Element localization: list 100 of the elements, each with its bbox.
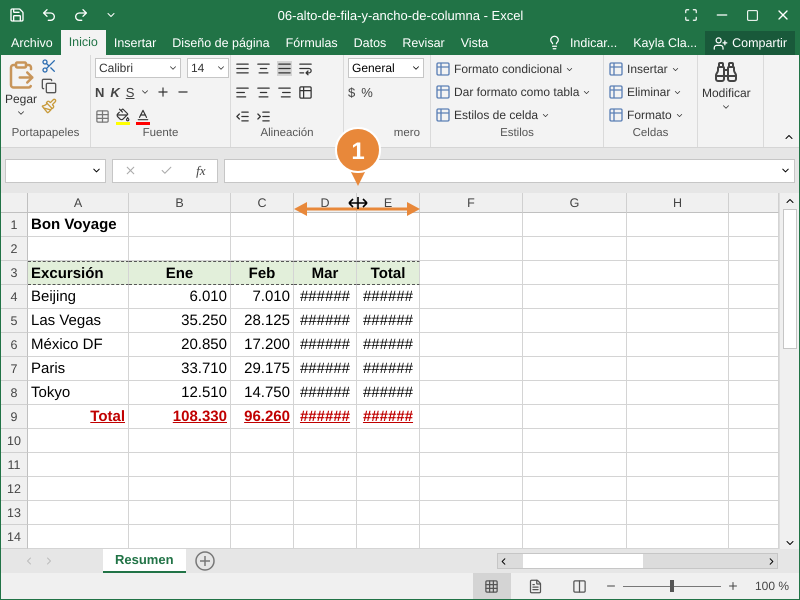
menu-label: Formato condicional xyxy=(454,62,562,76)
italic-button[interactable]: K xyxy=(110,84,120,100)
view-button[interactable] xyxy=(472,573,511,599)
table-cell: ###### xyxy=(294,333,357,357)
wrap-text-icon[interactable] xyxy=(298,60,313,76)
indent-increase-icon[interactable] xyxy=(256,108,271,124)
table-icon xyxy=(608,61,624,77)
insert-function-button[interactable]: fx xyxy=(196,162,206,178)
user-name[interactable]: Kayla Cla... xyxy=(625,31,706,55)
row-header[interactable]: 5 xyxy=(1,309,28,333)
table-cell: 28.125 xyxy=(231,309,294,333)
font-name-field[interactable]: Calibri xyxy=(95,58,181,78)
grow-font-icon[interactable] xyxy=(156,85,170,99)
ribbon-tab[interactable]: Archivo xyxy=(3,31,61,55)
align-right-icon[interactable] xyxy=(277,84,292,100)
ribbon-tab[interactable]: Insertar xyxy=(106,31,164,55)
align-left-icon[interactable] xyxy=(235,84,250,100)
row-header[interactable]: 4 xyxy=(1,285,28,309)
table-cell: Bon Voyage xyxy=(28,213,129,237)
ribbon-tab[interactable]: Vista xyxy=(452,31,496,55)
column-header[interactable]: A xyxy=(28,193,129,213)
cells-menu-button[interactable]: Formato xyxy=(608,104,684,126)
table-cell: 35.250 xyxy=(129,309,231,333)
row-header[interactable]: 3 xyxy=(1,261,28,285)
font-size-field[interactable]: 14 xyxy=(187,58,229,78)
scroll-thumb[interactable] xyxy=(782,209,796,349)
formula-field[interactable] xyxy=(224,158,795,182)
fill-color-icon[interactable] xyxy=(116,108,130,124)
row-header[interactable]: 7 xyxy=(1,357,28,381)
indent-decrease-icon[interactable] xyxy=(235,108,250,124)
cells-menu-button[interactable]: Eliminar xyxy=(608,81,684,103)
table-cell: ###### xyxy=(294,357,357,381)
row-header[interactable]: 8 xyxy=(1,381,28,405)
edit-button[interactable]: Modificar xyxy=(702,58,751,147)
row-header[interactable]: 2 xyxy=(1,237,28,261)
save-icon[interactable] xyxy=(9,7,25,23)
column-header[interactable]: C xyxy=(231,193,294,213)
cells-menu-button[interactable]: Insertar xyxy=(608,58,684,80)
binoculars-icon xyxy=(714,60,738,84)
scissors-icon[interactable] xyxy=(41,58,58,74)
menu-label: Estilos de celda xyxy=(454,108,538,122)
table-cell: ###### xyxy=(294,381,357,405)
percent-button[interactable]: % xyxy=(361,84,373,100)
zoom-slider-thumb[interactable] xyxy=(670,580,674,592)
share-button[interactable]: Compartir xyxy=(705,31,795,55)
font-color-icon[interactable] xyxy=(136,108,150,124)
table-cell: Ene xyxy=(129,261,231,285)
merge-icon[interactable] xyxy=(298,84,313,100)
group-label: Fuente xyxy=(142,127,180,141)
sheet-tab[interactable]: Resumen xyxy=(103,548,186,572)
copy-icon[interactable] xyxy=(41,78,58,94)
ribbon-display-icon[interactable] xyxy=(684,8,698,22)
zoom-in-icon[interactable] xyxy=(726,580,739,592)
ribbon-tab[interactable]: Inicio xyxy=(60,30,106,55)
borders-icon[interactable] xyxy=(95,108,110,124)
table-cell: ###### xyxy=(357,405,420,429)
table-cell: Las Vegas xyxy=(28,309,129,333)
view-icon xyxy=(572,578,588,594)
edit-label: Modificar xyxy=(702,86,751,100)
align-middle-icon[interactable] xyxy=(256,60,271,76)
styles-menu-button[interactable]: Formato condicional xyxy=(435,58,592,80)
table-cell: 14.750 xyxy=(231,381,294,405)
maximize-icon[interactable] xyxy=(746,8,759,22)
row-header[interactable]: 12 xyxy=(1,477,28,501)
redo-icon[interactable] xyxy=(73,7,89,23)
align-top-icon[interactable] xyxy=(235,60,250,76)
align-bottom-icon[interactable] xyxy=(277,60,292,76)
underline-button[interactable]: S xyxy=(126,84,134,100)
column-header[interactable]: H xyxy=(627,193,729,213)
styles-menu-button[interactable]: Dar formato como tabla xyxy=(435,81,592,103)
column-header[interactable]: B xyxy=(129,193,231,213)
row-header[interactable]: 11 xyxy=(1,453,28,477)
undo-icon[interactable] xyxy=(41,7,57,23)
scroll-thumb[interactable] xyxy=(523,554,643,568)
number-format-field[interactable]: General xyxy=(348,58,424,78)
ribbon-tab[interactable]: Fórmulas xyxy=(278,31,346,55)
ribbon-tab[interactable]: Diseño de página xyxy=(164,31,278,55)
bold-button[interactable]: N xyxy=(95,84,104,100)
column-header[interactable]: F xyxy=(420,193,523,213)
add-sheet-icon[interactable] xyxy=(194,550,216,572)
ribbon-tab[interactable]: Revisar xyxy=(394,31,453,55)
group-label: Estilos xyxy=(499,127,535,141)
menu-label: Eliminar xyxy=(627,85,670,99)
row-header[interactable]: 13 xyxy=(1,501,28,525)
row-header[interactable]: 9 xyxy=(1,405,28,429)
table-cell: ###### xyxy=(357,381,420,405)
column-header[interactable]: G xyxy=(523,193,627,213)
paste-button[interactable]: Pegar xyxy=(5,58,38,127)
user-plus-icon xyxy=(713,36,728,50)
tell-me-field[interactable]: Indicar... xyxy=(562,31,626,55)
row-header[interactable]: 1 xyxy=(1,213,28,237)
row-header[interactable]: 10 xyxy=(1,429,28,453)
row-header[interactable]: 14 xyxy=(1,525,28,549)
styles-menu-button[interactable]: Estilos de celda xyxy=(435,104,592,126)
align-center-icon[interactable] xyxy=(256,84,271,100)
ribbon-tab[interactable]: Datos xyxy=(346,31,394,55)
currency-button[interactable]: $ xyxy=(348,84,356,100)
table-cell: Excursión xyxy=(28,261,129,285)
table-cell: Beijing xyxy=(28,285,129,309)
row-header[interactable]: 6 xyxy=(1,333,28,357)
